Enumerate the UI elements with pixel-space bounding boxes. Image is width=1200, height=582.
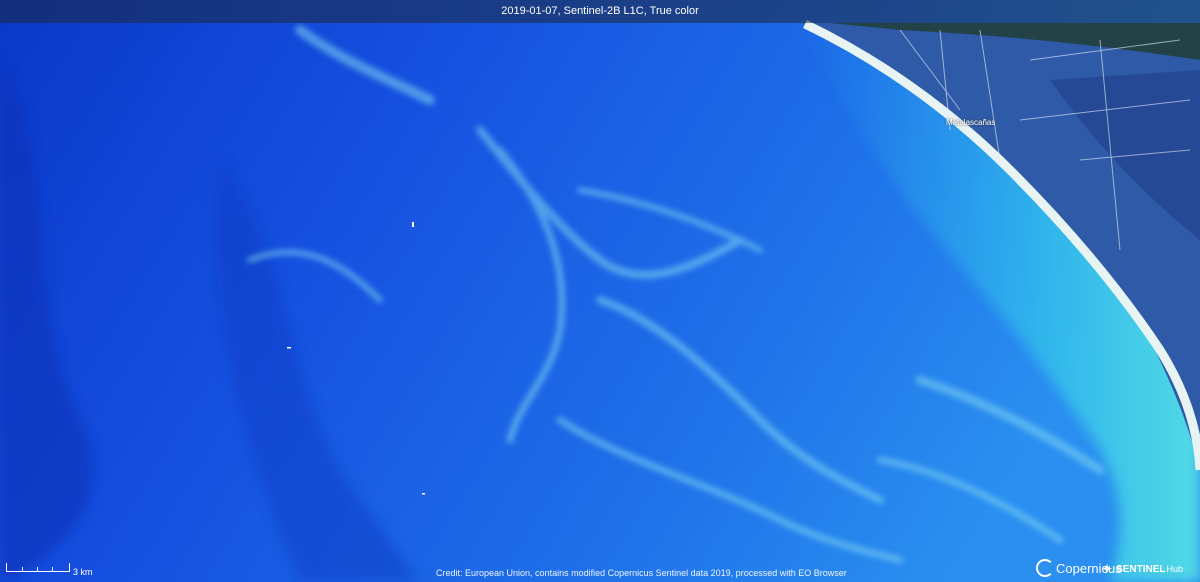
map-viewport[interactable]: 2019-01-07, Sentinel-2B L1C, True color … [0, 0, 1200, 582]
image-title-bar: 2019-01-07, Sentinel-2B L1C, True color [0, 0, 1200, 23]
satellite-image [0, 0, 1200, 582]
hub-logo-text: Hub [1166, 564, 1184, 574]
scale-label: 3 km [73, 567, 93, 577]
sentinel-logo-text: SENTINEL [1116, 563, 1166, 575]
scale-bar [6, 563, 70, 572]
place-label: Matalascañas [946, 118, 996, 127]
sentinel-hub-logo: ✦ SENTINEL Hub [1102, 560, 1183, 578]
satellite-icon: ✦ [1102, 562, 1113, 576]
credit-text: Credit: European Union, contains modifie… [436, 568, 847, 578]
copernicus-logo-icon [1036, 559, 1054, 577]
